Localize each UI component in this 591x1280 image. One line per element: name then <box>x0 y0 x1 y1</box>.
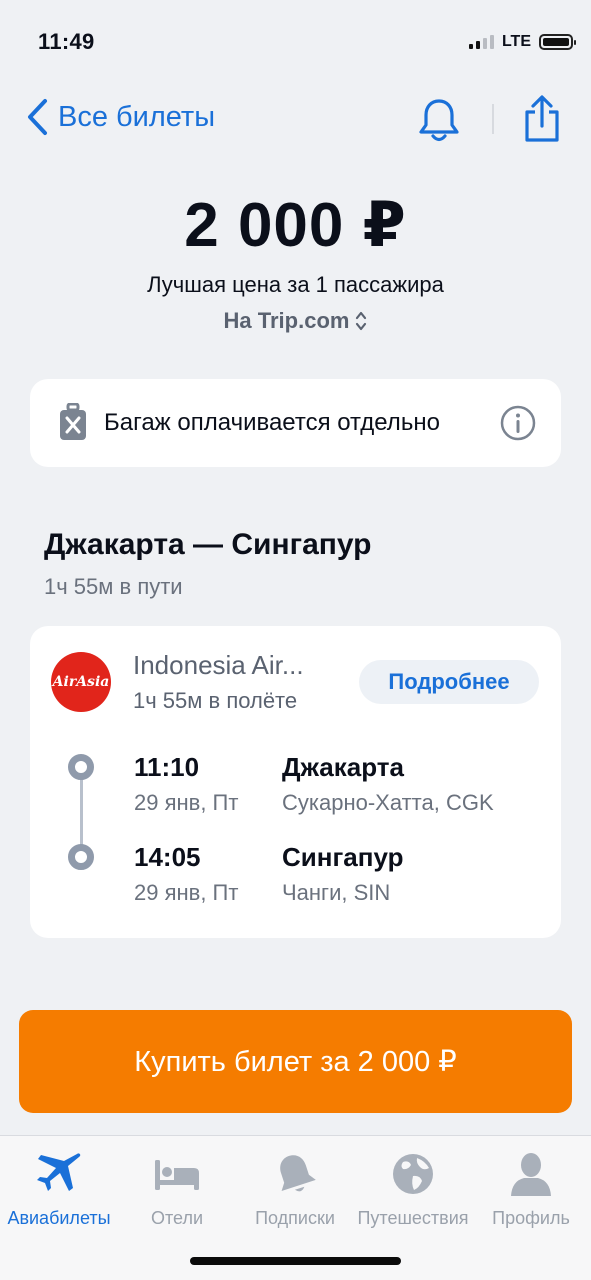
person-icon <box>511 1153 551 1196</box>
share-icon <box>525 95 559 142</box>
info-icon[interactable] <box>499 404 537 442</box>
arrival-dot <box>68 844 94 870</box>
price-source-selector[interactable]: На Trip.com <box>0 308 591 334</box>
price-source-label: На Trip.com <box>223 308 350 333</box>
route-title: Джакарта — Сингапур <box>44 528 372 561</box>
arrival-airport: Чанги, SIN <box>282 880 391 905</box>
flight-card: AirAsia Indonesia Air... 1ч 55м в полёте… <box>30 626 561 938</box>
tab-flights[interactable]: Авиабилеты <box>0 1150 118 1229</box>
airline-name: Indonesia Air... <box>133 650 304 680</box>
tab-subscriptions-label: Подписки <box>255 1208 335 1228</box>
departure-date: 29 янв, Пт <box>134 790 239 815</box>
baggage-text: Багаж оплачивается отдельно <box>104 409 440 436</box>
departure-airport: Сукарно-Хатта, CGK <box>282 790 494 815</box>
nav-divider <box>492 104 494 134</box>
tab-travel[interactable]: Путешествия <box>354 1150 472 1229</box>
notify-button[interactable] <box>417 96 461 149</box>
tab-profile-label: Профиль <box>492 1208 570 1228</box>
departure-time: 11:10 <box>134 752 200 782</box>
tab-subscriptions[interactable]: Подписки <box>236 1150 354 1229</box>
bed-icon <box>155 1160 199 1190</box>
back-label: Все билеты <box>58 100 216 133</box>
no-luggage-icon <box>60 403 86 440</box>
tab-travel-label: Путешествия <box>357 1208 469 1228</box>
back-button[interactable]: Все билеты <box>26 98 215 136</box>
departure-dot <box>68 754 94 780</box>
price-subtitle: Лучшая цена за 1 пассажира <box>147 272 444 297</box>
tab-hotels-label: Отели <box>150 1208 203 1228</box>
status-indicators: LTE <box>468 33 576 51</box>
tab-profile[interactable]: Профиль <box>472 1150 590 1229</box>
tab-hotels[interactable]: Отели <box>118 1150 236 1229</box>
chevron-updown-icon <box>356 311 367 331</box>
share-button[interactable] <box>522 94 562 149</box>
arrival-date: 29 янв, Пт <box>134 880 239 905</box>
bell-icon <box>419 99 459 142</box>
chevron-left-icon <box>28 99 47 135</box>
battery-icon <box>539 34 576 50</box>
ticket-price: 2 000 ₽ <box>184 191 407 260</box>
departure-city: Джакарта <box>282 752 404 782</box>
plane-icon <box>37 1153 81 1191</box>
details-button[interactable]: Подробнее <box>359 660 539 704</box>
buy-ticket-button[interactable]: Купить билет за 2 000 ₽ <box>19 1010 572 1113</box>
route-duration: 1ч 55м в пути <box>44 574 183 599</box>
flight-duration: 1ч 55м в полёте <box>133 688 298 713</box>
arrival-time: 14:05 <box>134 842 201 872</box>
signal-icon <box>468 35 494 49</box>
globe-icon <box>393 1154 433 1194</box>
tab-flights-label: Авиабилеты <box>7 1208 111 1228</box>
network-type: LTE <box>501 33 531 50</box>
airline-logo: AirAsia <box>51 652 111 712</box>
bell-icon <box>280 1155 316 1192</box>
home-indicator <box>190 1257 401 1265</box>
arrival-city: Сингапур <box>282 842 404 872</box>
baggage-card: Багаж оплачивается отдельно <box>30 379 561 467</box>
status-time: 11:49 <box>38 29 95 54</box>
